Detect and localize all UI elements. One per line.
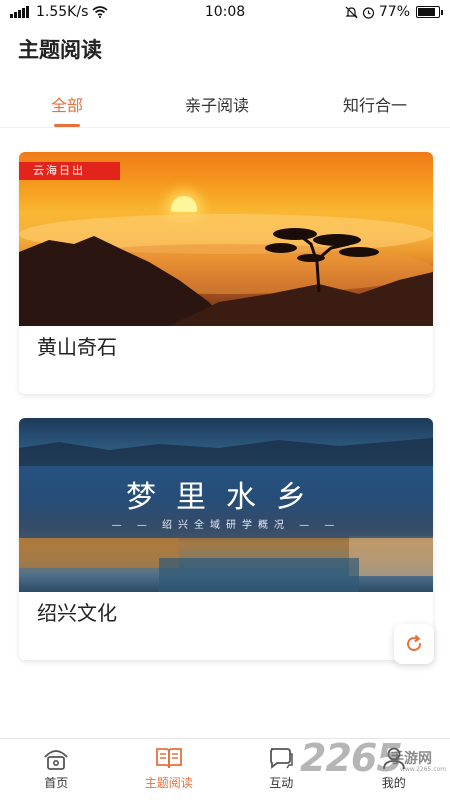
tab-label: 全部 (50, 96, 83, 115)
tab-knowledge-action[interactable]: 知行合一 (300, 82, 450, 127)
banner-title: 梦里水乡 (126, 480, 326, 515)
battery-percent: 77% (378, 4, 410, 20)
tab-parent-child-reading[interactable]: 亲子阅读 (134, 82, 300, 127)
user-icon (382, 747, 405, 770)
bottom-nav: 首页 主题阅读 互动 我的 (0, 738, 450, 800)
chat-icon (270, 748, 293, 769)
battery-icon (416, 6, 443, 18)
nav-label: 首页 (44, 776, 69, 790)
nav-home[interactable]: 首页 (0, 739, 113, 800)
status-left: 1.55K/s (10, 4, 108, 20)
banner-subtitle: — — 绍兴全域研学概况 — — (111, 520, 341, 531)
tab-label: 亲子阅读 (184, 96, 249, 115)
signal-icon (10, 6, 29, 18)
nav-mine[interactable]: 我的 (338, 739, 450, 800)
tab-bar: 全部 亲子阅读 知行合一 (0, 82, 450, 128)
nav-label: 我的 (381, 776, 406, 790)
nav-theme-reading[interactable]: 主题阅读 (113, 739, 226, 800)
card-title: 黄山奇石 (37, 335, 117, 359)
home-icon (44, 750, 68, 770)
network-speed: 1.55K/s (36, 4, 89, 20)
theme-card-huangshan[interactable]: 云海日出 黄山奇石 (19, 152, 433, 394)
card-cover-image: 梦里水乡 — — 绍兴全域研学概况 — — (19, 418, 433, 592)
battery-level (418, 8, 435, 16)
refresh-button[interactable] (394, 624, 434, 664)
card-cover-image: 云海日出 (19, 152, 433, 326)
page-title: 主题阅读 (18, 38, 102, 62)
mountain-silhouette (19, 228, 433, 326)
nav-interact[interactable]: 互动 (225, 739, 338, 800)
refresh-icon (407, 635, 421, 651)
tab-label: 知行合一 (342, 96, 407, 115)
status-right: 77% (345, 4, 443, 20)
nav-label: 互动 (269, 776, 294, 790)
tab-all[interactable]: 全部 (0, 82, 134, 127)
status-bar: 1.55K/s 10:08 77% (0, 0, 450, 24)
theme-card-shaoxing[interactable]: 梦里水乡 — — 绍兴全域研学概况 — — 绍兴文化 (19, 418, 433, 660)
alarm-icon (362, 6, 374, 19)
card-title: 绍兴文化 (37, 601, 117, 625)
book-icon (155, 748, 182, 769)
nav-label: 主题阅读 (144, 776, 193, 790)
wifi-icon (92, 6, 108, 18)
tab-active-indicator (54, 124, 80, 127)
mute-bell-icon (345, 6, 358, 18)
